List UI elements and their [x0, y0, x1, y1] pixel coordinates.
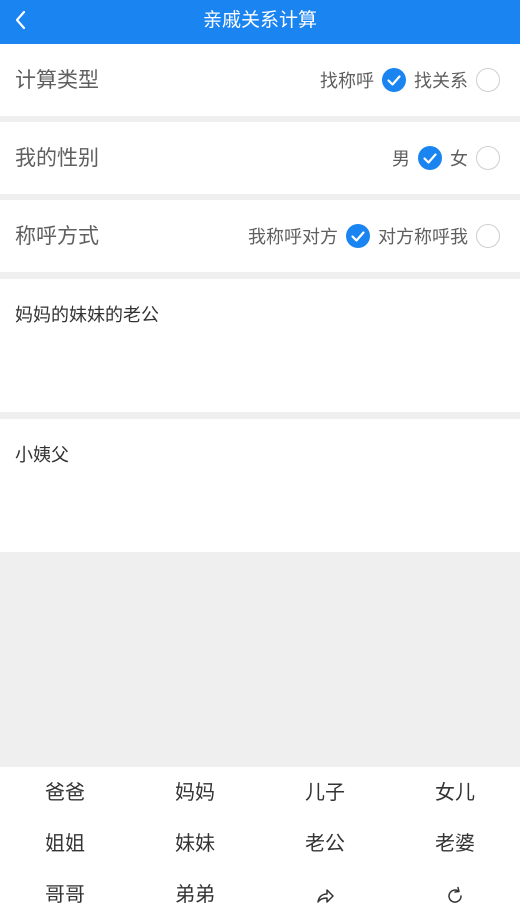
- share-button[interactable]: [260, 869, 390, 920]
- checked-radio-icon[interactable]: [418, 146, 442, 170]
- option-label: 女: [450, 149, 468, 170]
- key-younger-sister[interactable]: 妹妹: [130, 818, 260, 869]
- relation-input-text: 妈妈的妹妹的老公: [15, 305, 159, 326]
- unchecked-radio-icon[interactable]: [476, 224, 500, 248]
- option-female[interactable]: 女: [450, 145, 500, 171]
- row-calc-type: 计算类型 找称呼 找关系: [0, 44, 520, 116]
- unchecked-radio-icon[interactable]: [476, 68, 500, 92]
- result-panel: 小姨父: [0, 419, 520, 552]
- option-label: 男: [392, 149, 410, 170]
- option-male[interactable]: 男: [392, 145, 442, 171]
- key-elder-brother[interactable]: 哥哥: [0, 869, 130, 920]
- key-mother[interactable]: 妈妈: [130, 767, 260, 818]
- address-mode-label: 称呼方式: [15, 224, 99, 248]
- reset-button[interactable]: [390, 869, 520, 920]
- key-younger-brother[interactable]: 弟弟: [130, 869, 260, 920]
- page-title: 亲戚关系计算: [202, 9, 317, 31]
- option-find-title[interactable]: 找称呼: [320, 67, 406, 93]
- checked-radio-icon[interactable]: [382, 68, 406, 92]
- unchecked-radio-icon[interactable]: [476, 146, 500, 170]
- top-bar: 亲戚关系计算: [0, 0, 520, 44]
- key-husband[interactable]: 老公: [260, 818, 390, 869]
- gender-label: 我的性别: [15, 146, 99, 170]
- key-father[interactable]: 爸爸: [0, 767, 130, 818]
- input-panel[interactable]: 妈妈的妹妹的老公: [0, 279, 520, 412]
- row-gender: 我的性别 男 女: [0, 122, 520, 194]
- option-i-call-them[interactable]: 我称呼对方: [248, 223, 370, 249]
- option-label: 找关系: [414, 71, 468, 92]
- share-arrow-icon: [317, 888, 334, 903]
- result-text: 小姨父: [15, 445, 69, 466]
- key-wife[interactable]: 老婆: [390, 818, 520, 869]
- row-address-mode: 称呼方式 我称呼对方 对方称呼我: [0, 200, 520, 272]
- option-label: 对方称呼我: [378, 227, 468, 248]
- checked-radio-icon[interactable]: [346, 224, 370, 248]
- key-elder-sister[interactable]: 姐姐: [0, 818, 130, 869]
- relation-keypad: 爸爸 妈妈 儿子 女儿 姐姐 妹妹 老公 老婆 哥哥 弟弟: [0, 767, 520, 920]
- calc-type-label: 计算类型: [15, 68, 99, 92]
- refresh-icon: [448, 886, 462, 903]
- key-daughter[interactable]: 女儿: [390, 767, 520, 818]
- option-label: 找称呼: [320, 71, 374, 92]
- key-son[interactable]: 儿子: [260, 767, 390, 818]
- option-find-relation[interactable]: 找关系: [414, 67, 500, 93]
- option-they-call-me[interactable]: 对方称呼我: [378, 223, 500, 249]
- option-label: 我称呼对方: [248, 227, 338, 248]
